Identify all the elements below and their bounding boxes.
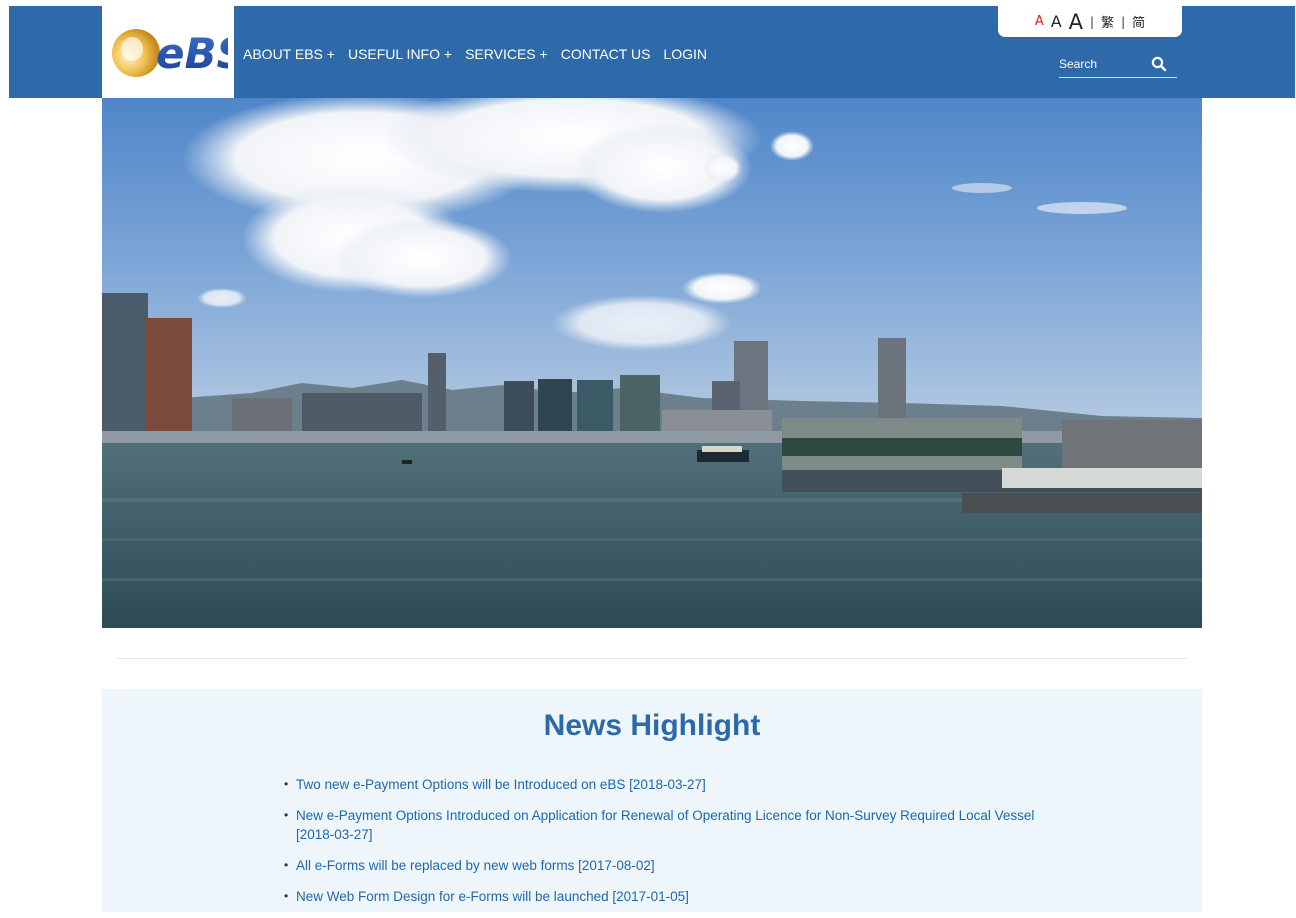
simplified-chinese-link[interactable]: 简	[1132, 12, 1145, 31]
traditional-chinese-link[interactable]: 繁	[1101, 12, 1114, 31]
svg-text:eBS: eBS	[156, 29, 228, 78]
font-size-small-button[interactable]: A	[1035, 14, 1044, 29]
search-icon[interactable]	[1151, 56, 1167, 72]
nav-about-ebs[interactable]: ABOUT EBS +	[243, 46, 335, 62]
news-item-link[interactable]: All e-Forms will be replaced by new web …	[284, 856, 1064, 875]
hero-harbour-image	[102, 98, 1202, 628]
nav-login[interactable]: LOGIN	[663, 46, 707, 62]
nav-contact-us[interactable]: CONTACT US	[561, 46, 651, 62]
news-item-link[interactable]: New Web Form Design for e-Forms will be …	[284, 887, 1064, 906]
logo-graphic: eBS	[112, 29, 228, 78]
news-item-link[interactable]: Two new e-Payment Options will be Introd…	[284, 775, 1064, 794]
separator: |	[1121, 14, 1126, 29]
section-divider	[116, 658, 1188, 659]
news-highlight-section: News Highlight Two new e-Payment Options…	[102, 689, 1202, 912]
font-size-medium-button[interactable]: A	[1051, 12, 1062, 31]
news-highlight-title: News Highlight	[543, 709, 761, 742]
search-input[interactable]	[1059, 56, 1144, 71]
search-box	[1059, 50, 1177, 78]
main-nav: ABOUT EBS + USEFUL INFO + SERVICES + CON…	[243, 46, 720, 62]
nav-useful-info[interactable]: USEFUL INFO +	[348, 46, 452, 62]
news-list: Two new e-Payment Options will be Introd…	[284, 775, 1064, 918]
separator: |	[1090, 14, 1095, 29]
font-size-large-button[interactable]: A	[1069, 10, 1083, 34]
font-language-switcher: A A A | 繁 | 简	[998, 6, 1182, 37]
ebs-logo[interactable]: eBS	[102, 6, 234, 98]
news-item-link[interactable]: New e-Payment Options Introduced on Appl…	[284, 806, 1064, 844]
nav-services[interactable]: SERVICES +	[465, 46, 548, 62]
